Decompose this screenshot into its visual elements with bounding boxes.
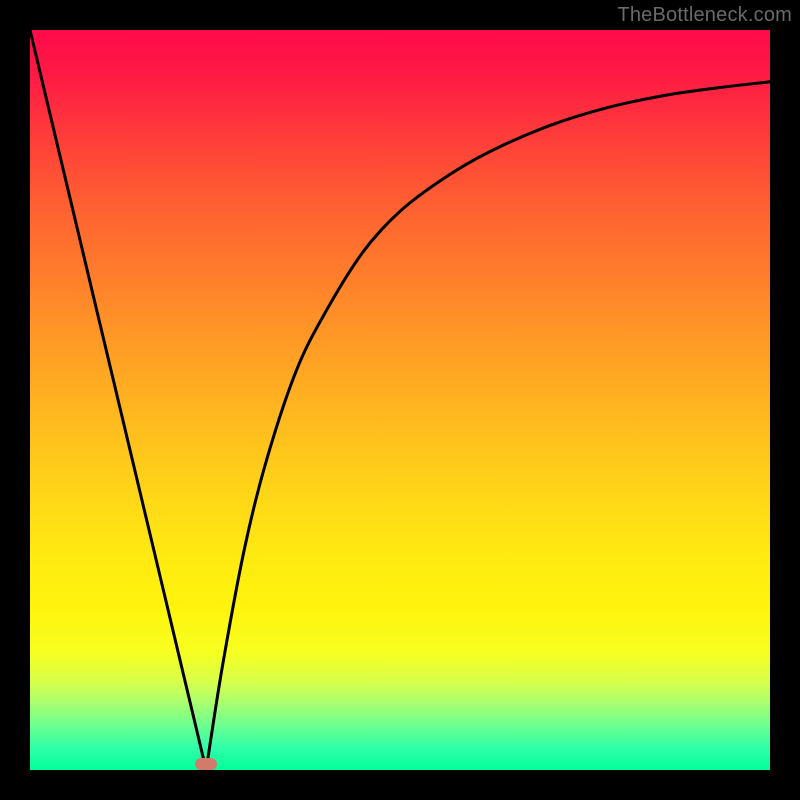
curve-path [30, 30, 770, 770]
plot-area [30, 30, 770, 770]
optimum-marker [195, 758, 217, 770]
chart-frame: TheBottleneck.com [0, 0, 800, 800]
bottleneck-curve [30, 30, 770, 770]
watermark-text: TheBottleneck.com [617, 4, 792, 27]
